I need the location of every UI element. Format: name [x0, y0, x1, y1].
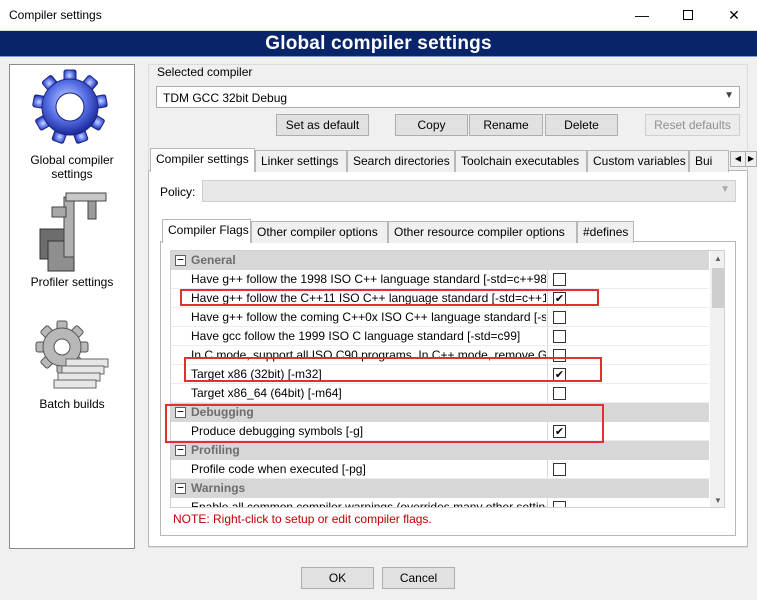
reset-defaults-button[interactable]: Reset defaults	[645, 114, 740, 136]
category-row-warnings[interactable]: − Warnings	[171, 479, 709, 498]
collapse-icon[interactable]: −	[175, 482, 186, 494]
tab-defines[interactable]: #defines	[577, 221, 634, 243]
category-name: General	[191, 253, 236, 267]
highlight-box-debug	[165, 404, 604, 443]
sub-tabs: Compiler Flags Other compiler options Ot…	[162, 219, 642, 243]
nav-label-global-compiler: Global compiler settings	[30, 153, 114, 181]
main-tabs: Compiler settings Linker settings Search…	[150, 148, 730, 172]
ok-button[interactable]: OK	[301, 567, 374, 589]
flag-checkbox[interactable]	[553, 501, 566, 507]
highlight-box-m32	[184, 357, 602, 382]
nav-item-global-compiler[interactable]: Global compiler settings	[10, 65, 134, 183]
flag-row[interactable]: Have g++ follow the 1998 ISO C++ languag…	[171, 270, 709, 289]
scroll-up-icon[interactable]: ▲	[710, 251, 724, 267]
tab-other-compiler-options[interactable]: Other compiler options	[251, 221, 388, 243]
tab-compiler-settings[interactable]: Compiler settings	[150, 148, 255, 172]
flag-checkbox[interactable]	[553, 330, 566, 343]
chevron-right-icon: ▶	[747, 154, 755, 163]
set-default-button[interactable]: Set as default	[276, 114, 369, 136]
flag-row[interactable]: Have gcc follow the 1999 ISO C language …	[171, 327, 709, 346]
close-icon: ✕	[728, 6, 740, 23]
chevron-left-icon: ◀	[734, 154, 742, 163]
highlight-box-cpp11	[180, 289, 599, 306]
flag-row[interactable]: Target x86_64 (64bit) [-m64]	[171, 384, 709, 403]
tab-scroll-left[interactable]: ◀	[730, 151, 746, 167]
chevron-down-icon: ▼	[720, 184, 730, 195]
window-title: Compiler settings	[9, 8, 102, 22]
collapse-icon[interactable]: −	[175, 254, 186, 266]
flag-name: Have g++ follow the 1998 ISO C++ languag…	[191, 272, 546, 286]
delete-button[interactable]: Delete	[545, 114, 618, 136]
window-title-bar: Compiler settings — ✕	[0, 0, 757, 31]
flag-checkbox[interactable]	[553, 463, 566, 476]
batch-gears-icon	[35, 320, 109, 389]
minimize-icon: —	[635, 7, 649, 23]
tab-linker-settings[interactable]: Linker settings	[255, 150, 347, 172]
flag-row[interactable]: Have g++ follow the coming C++0x ISO C++…	[171, 308, 709, 327]
scrollbar-thumb[interactable]	[712, 268, 724, 308]
chevron-down-icon: ▼	[724, 90, 734, 101]
flag-row[interactable]: Profile code when executed [-pg]	[171, 460, 709, 479]
flag-checkbox[interactable]	[553, 387, 566, 400]
category-row-profiling[interactable]: − Profiling	[171, 441, 709, 460]
policy-label: Policy:	[160, 185, 196, 199]
caliper-icon	[39, 192, 107, 272]
flag-checkbox[interactable]	[553, 273, 566, 286]
compiler-select[interactable]: TDM GCC 32bit Debug ▼	[156, 86, 740, 108]
tab-other-resource-compiler-options[interactable]: Other resource compiler options	[388, 221, 577, 243]
tab-build-options[interactable]: Bui	[689, 150, 729, 172]
page-banner: Global compiler settings	[0, 31, 757, 57]
flag-name: Have g++ follow the coming C++0x ISO C++…	[191, 310, 546, 324]
flags-note: NOTE: Right-click to setup or edit compi…	[173, 512, 432, 526]
copy-button[interactable]: Copy	[395, 114, 468, 136]
collapse-icon[interactable]: −	[175, 444, 186, 456]
flag-name: Have gcc follow the 1999 ISO C language …	[191, 329, 521, 343]
flag-row[interactable]: Enable all common compiler warnings (ove…	[171, 498, 709, 508]
flags-scrollbar[interactable]: ▲ ▼	[710, 251, 724, 507]
flag-name: Target x86_64 (64bit) [-m64]	[191, 386, 342, 400]
flag-checkbox[interactable]	[553, 311, 566, 324]
selected-compiler-label: Selected compiler	[157, 65, 253, 79]
maximize-icon	[683, 10, 693, 20]
compiler-select-value: TDM GCC 32bit Debug	[163, 91, 288, 105]
settings-nav: Global compiler settings Profiler settin…	[9, 64, 135, 549]
close-button[interactable]: ✕	[711, 0, 757, 30]
maximize-button[interactable]	[665, 0, 711, 30]
nav-item-profiler[interactable]: Profiler settings	[10, 187, 134, 297]
policy-select[interactable]: ▼	[202, 180, 736, 202]
dialog-footer: OK Cancel	[0, 555, 757, 600]
flag-name: Enable all common compiler warnings (ove…	[191, 500, 546, 508]
tab-toolchain-executables[interactable]: Toolchain executables	[455, 150, 587, 172]
rename-button[interactable]: Rename	[469, 114, 543, 136]
tab-scroll-right[interactable]: ▶	[745, 151, 757, 167]
category-name: Profiling	[191, 443, 240, 457]
nav-label-batch-builds: Batch builds	[39, 397, 105, 411]
category-name: Warnings	[191, 481, 246, 495]
tab-custom-variables[interactable]: Custom variables	[587, 150, 689, 172]
cancel-button[interactable]: Cancel	[382, 567, 455, 589]
minimize-button[interactable]: —	[619, 0, 665, 30]
tab-search-directories[interactable]: Search directories	[347, 150, 455, 172]
nav-item-batch-builds[interactable]: Batch builds	[10, 317, 134, 417]
nav-label-profiler: Profiler settings	[30, 275, 114, 289]
category-row-general[interactable]: − General	[171, 251, 709, 270]
flag-name: Profile code when executed [-pg]	[191, 462, 366, 476]
gear-icon	[32, 69, 108, 144]
tab-compiler-flags[interactable]: Compiler Flags	[162, 219, 251, 243]
scroll-down-icon[interactable]: ▼	[710, 493, 724, 507]
